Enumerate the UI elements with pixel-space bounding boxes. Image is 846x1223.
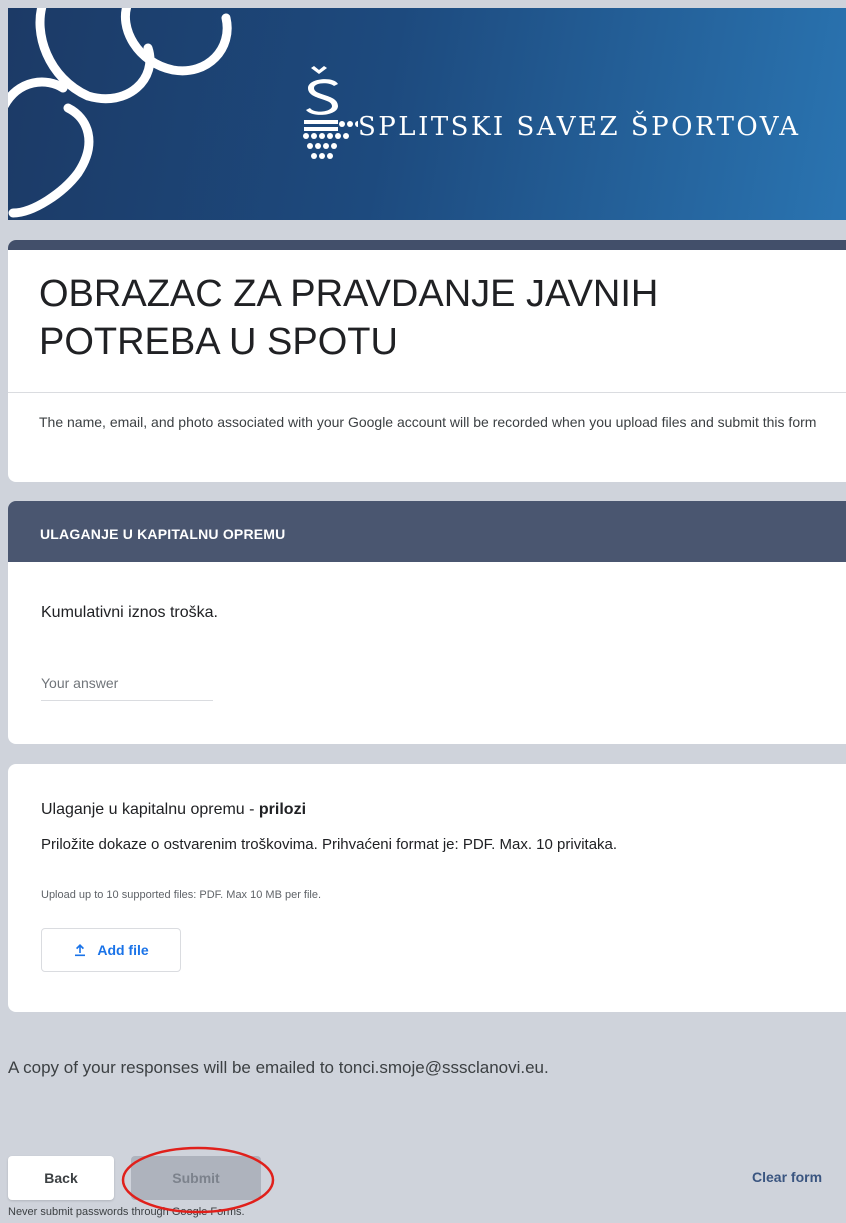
form-title-card: OBRAZAC ZA PRAVDANJE JAVNIH POTREBA U SP… — [8, 240, 846, 482]
title-accent-bar — [8, 240, 846, 250]
upload-icon — [75, 944, 86, 957]
header-banner: SPLITSKI SAVEZ ŠPORTOVA — [8, 8, 846, 220]
password-warning: Never submit passwords through Google Fo… — [8, 1206, 245, 1218]
copy-notice: A copy of your responses will be emailed… — [8, 1058, 549, 1077]
org-name: SPLITSKI SAVEZ ŠPORTOVA — [358, 112, 801, 142]
account-notice: The name, email, and photo associated wi… — [39, 414, 817, 430]
question-label-bold: prilozi — [258, 801, 307, 818]
logo-icon — [303, 66, 358, 159]
upload-hint: Upload up to 10 supported files: PDF. Ma… — [41, 889, 322, 901]
add-file-label: Add file — [97, 942, 149, 958]
answer-input[interactable] — [41, 666, 213, 701]
add-file-button[interactable]: Add file — [41, 928, 181, 972]
section-title: ULAGANJE U KAPITALNU OPREMU — [40, 526, 286, 542]
question-label: Kumulativni iznos troška. — [41, 604, 218, 621]
form-title: OBRAZAC ZA PRAVDANJE JAVNIH POTREBA U SP… — [39, 273, 659, 363]
back-button[interactable]: Back — [8, 1156, 114, 1200]
submit-button[interactable]: Submit — [131, 1156, 261, 1200]
title-divider — [8, 392, 846, 393]
question-label: Ulaganje u kapitalnu opremu - prilozi — [41, 801, 306, 819]
question-description: Priložite dokaze o ostvarenim troškovima… — [41, 836, 618, 853]
question-card-attachments: Ulaganje u kapitalnu opremu - prilozi Pr… — [8, 764, 846, 1012]
question-label-prefix: Ulaganje u kapitalnu opremu - — [41, 801, 259, 818]
section-header: ULAGANJE U KAPITALNU OPREMU — [8, 501, 846, 563]
question-card-amount: Kumulativni iznos troška. — [8, 562, 846, 744]
rings-graphic — [8, 8, 232, 218]
clear-form-button[interactable]: Clear form — [752, 1169, 822, 1185]
